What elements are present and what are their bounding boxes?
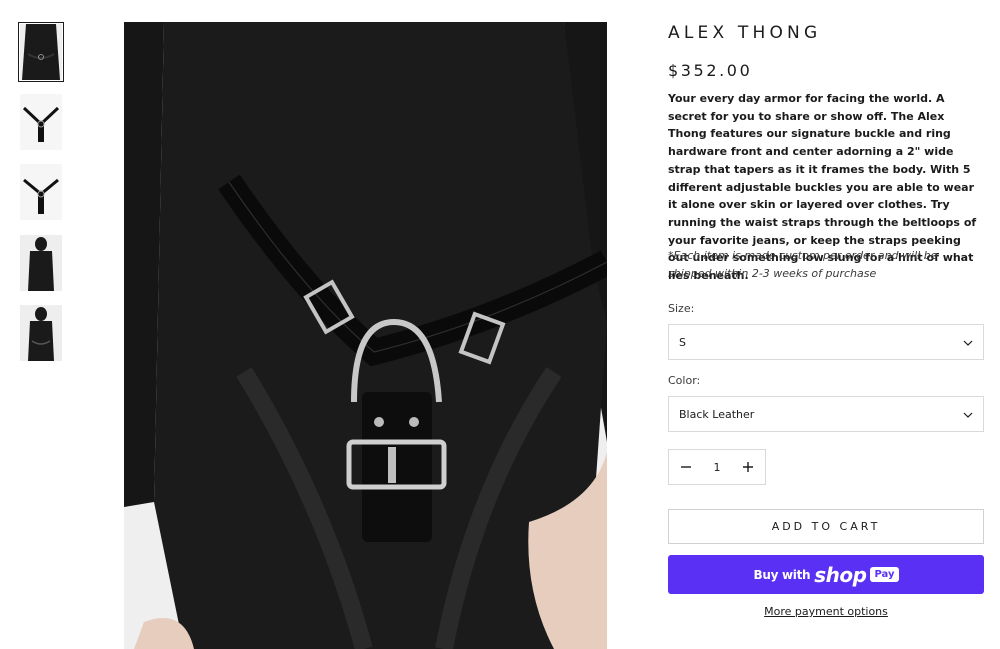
- quantity-decrease-button[interactable]: [679, 460, 693, 474]
- thumbnail-image: [20, 94, 62, 150]
- size-label: Size:: [668, 302, 695, 315]
- chevron-down-icon: [963, 412, 973, 418]
- color-value: Black Leather: [679, 407, 755, 421]
- shop-pay-button[interactable]: Buy with shop Pay: [668, 555, 984, 594]
- quantity-increase-button[interactable]: [741, 460, 755, 474]
- quantity-value[interactable]: 1: [714, 461, 721, 474]
- minus-icon: [681, 466, 691, 468]
- thumbnail-image: [20, 24, 62, 80]
- product-price: $352.00: [668, 61, 753, 80]
- thumbnail-image: [20, 235, 62, 291]
- product-info: ALEX THONG $352.00 Your every day armor …: [668, 22, 984, 618]
- size-value: S: [679, 335, 686, 349]
- shop-logo: shop: [814, 562, 867, 587]
- pay-badge: Pay: [870, 567, 899, 582]
- thumbnail-4[interactable]: [20, 235, 62, 291]
- product-photo: [124, 22, 607, 649]
- main-product-image[interactable]: [124, 22, 607, 649]
- shop-pay-buy-text: Buy with: [753, 567, 811, 582]
- product-title: ALEX THONG: [668, 23, 822, 43]
- thumbnail-2[interactable]: [20, 94, 62, 150]
- thumbnail-1[interactable]: [18, 22, 64, 82]
- chevron-down-icon: [963, 340, 973, 346]
- thumbnail-image: [20, 164, 62, 220]
- thumbnail-3[interactable]: [20, 164, 62, 220]
- more-payment-options-link[interactable]: More payment options: [668, 605, 984, 618]
- quantity-stepper: 1: [668, 449, 766, 485]
- shipping-note: *Each item is made custom per order and …: [668, 249, 938, 280]
- plus-icon: [743, 462, 753, 472]
- size-select[interactable]: S: [668, 324, 984, 360]
- thumbnail-image: [20, 305, 62, 361]
- add-to-cart-button[interactable]: ADD TO CART: [668, 509, 984, 544]
- color-label: Color:: [668, 374, 701, 387]
- thumbnail-5[interactable]: [20, 305, 62, 361]
- color-select[interactable]: Black Leather: [668, 396, 984, 432]
